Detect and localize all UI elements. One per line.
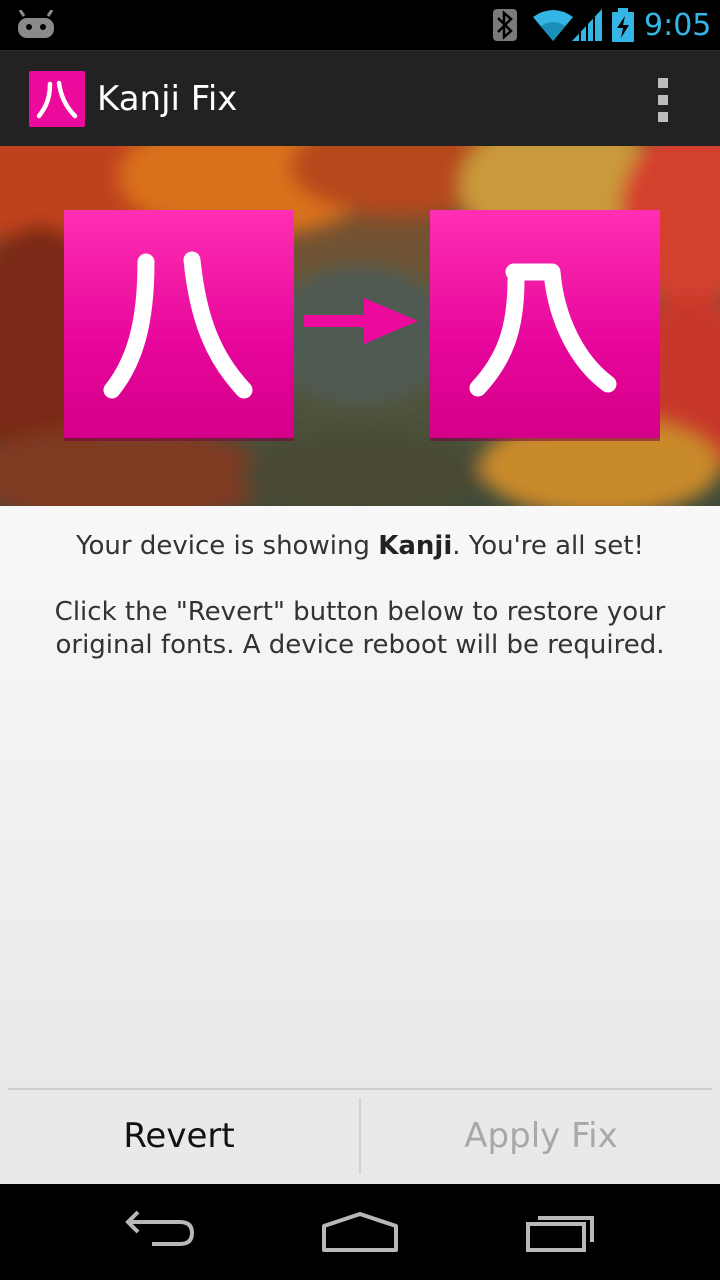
kanji-after-icon xyxy=(430,210,660,438)
screen: 9:05 Kanji Fix Your device is showing Ka… xyxy=(0,0,720,1280)
status-bar: 9:05 xyxy=(0,0,720,50)
recent-apps-icon[interactable] xyxy=(524,1208,600,1254)
wifi-icon xyxy=(533,10,573,41)
status-message-bold: Kanji xyxy=(378,531,453,561)
instruction-message: Click the "Revert" button below to resto… xyxy=(54,597,666,660)
bluetooth-icon xyxy=(493,9,517,41)
apply-fix-button[interactable]: Apply Fix xyxy=(362,1090,720,1182)
status-time: 9:05 xyxy=(644,8,712,43)
kanji-before-icon xyxy=(64,210,294,438)
action-bar: Kanji Fix xyxy=(0,50,720,146)
kanji-app-icon[interactable] xyxy=(29,71,85,127)
battery-charging-icon xyxy=(612,8,634,42)
banner-image xyxy=(0,146,720,506)
overflow-menu-button[interactable] xyxy=(640,71,690,127)
navigation-bar xyxy=(0,1184,720,1280)
signal-icon xyxy=(572,9,602,41)
button-divider xyxy=(359,1098,361,1174)
status-message: Your device is showing Kanji. You're all… xyxy=(76,531,644,561)
main-content: Your device is showing Kanji. You're all… xyxy=(0,506,720,1088)
button-bar: Revert Apply Fix xyxy=(0,1088,720,1184)
app-title: Kanji Fix xyxy=(97,79,238,119)
back-icon[interactable] xyxy=(122,1208,198,1254)
android-icon xyxy=(18,10,54,38)
revert-button[interactable]: Revert xyxy=(0,1090,358,1182)
arrow-right-icon xyxy=(304,298,418,344)
home-icon[interactable] xyxy=(320,1208,400,1254)
